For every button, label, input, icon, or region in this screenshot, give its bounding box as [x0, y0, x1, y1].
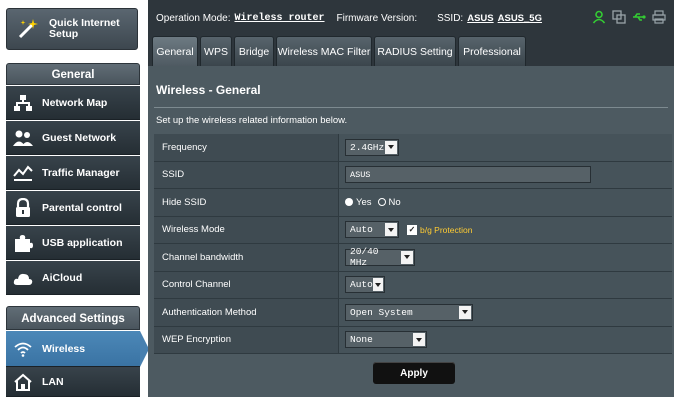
radio-unselected-icon: [377, 198, 386, 207]
operation-mode-label: Operation Mode:: [156, 12, 231, 24]
chevron-down-icon: [459, 305, 471, 319]
ssid-5ghz-link[interactable]: ASUS_5G: [498, 13, 542, 24]
channel-bandwidth-value: 20/40 MHz: [350, 246, 379, 269]
settings-form: Frequency 2.4GHz SSID ASUS Hide SSID Yes: [154, 134, 672, 354]
general-header: General: [6, 63, 140, 85]
ssid-24ghz-link[interactable]: ASUS: [467, 13, 493, 24]
tab-radius-setting[interactable]: RADIUS Setting: [374, 36, 456, 66]
tab-bar: General WPS Bridge Wireless MAC Filter R…: [148, 36, 674, 66]
sidebar-item-label: AiCloud: [42, 271, 83, 284]
form-row-control-channel: Control Channel Auto: [154, 271, 672, 299]
sidebar-item-usb-application[interactable]: USB application: [6, 226, 140, 260]
sidebar: Quick Internet Setup General Network Map…: [0, 0, 149, 397]
radio-selected-icon: [345, 198, 353, 207]
tab-wps[interactable]: WPS: [200, 36, 232, 66]
title-divider: [154, 107, 668, 108]
magic-wand-icon: [15, 16, 41, 42]
form-row-wep-encryption: WEP Encryption None: [154, 326, 672, 354]
sidebar-item-lan[interactable]: LAN: [6, 367, 140, 397]
network-map-icon: [12, 92, 34, 114]
channel-bandwidth-select[interactable]: 20/40 MHz: [345, 246, 415, 269]
auth-method-value: Open System: [350, 306, 413, 318]
sidebar-item-network-map[interactable]: Network Map: [6, 86, 140, 120]
form-row-frequency: Frequency 2.4GHz: [154, 134, 672, 162]
chevron-down-icon: [372, 278, 383, 292]
wep-encryption-value: None: [350, 334, 373, 346]
channel-bandwidth-label: Channel bandwidth: [154, 244, 339, 271]
tab-general[interactable]: General: [152, 36, 198, 66]
sidebar-item-traffic-manager[interactable]: Traffic Manager: [6, 156, 140, 190]
top-status-bar: Operation Mode: Wireless router Firmware…: [148, 0, 674, 36]
wireless-mode-value: Auto: [350, 224, 373, 236]
usb-icon[interactable]: [632, 10, 646, 24]
sidebar-item-aicloud[interactable]: AiCloud: [6, 261, 140, 295]
sidebar-item-wireless[interactable]: Wireless: [6, 331, 140, 367]
user-icon[interactable]: [592, 10, 606, 24]
hide-ssid-no-label: No: [388, 196, 401, 208]
main-panel: Wireless - General Set up the wireless r…: [148, 66, 674, 397]
form-row-wireless-mode: Wireless Mode Auto b/g Protection: [154, 216, 672, 244]
cloud-icon: [12, 267, 34, 289]
firmware-version-label: Firmware Version:: [336, 12, 418, 24]
form-row-channel-bandwidth: Channel bandwidth 20/40 MHz: [154, 244, 672, 272]
tab-professional[interactable]: Professional: [458, 36, 526, 66]
sidebar-item-label: Guest Network: [42, 131, 117, 144]
sidebar-item-label: Wireless: [42, 342, 86, 355]
bg-protection-label: b/g Protection: [420, 224, 473, 235]
puzzle-icon: [12, 232, 34, 254]
hide-ssid-no-radio[interactable]: No: [377, 196, 401, 208]
traffic-manager-icon: [12, 162, 34, 184]
chevron-down-icon: [413, 333, 425, 347]
guest-network-icon: [12, 127, 34, 149]
ssid-input[interactable]: ASUS: [345, 166, 591, 184]
tab-wireless-mac-filter[interactable]: Wireless MAC Filter: [276, 36, 372, 66]
wireless-mode-label: Wireless Mode: [154, 216, 339, 243]
sidebar-item-label: Network Map: [42, 96, 108, 109]
chevron-down-icon: [385, 140, 397, 154]
hide-ssid-label: Hide SSID: [154, 189, 339, 216]
chevron-down-icon: [401, 250, 413, 264]
frequency-select[interactable]: 2.4GHz: [345, 138, 399, 156]
ssid-field-label: SSID: [154, 161, 339, 188]
hide-ssid-yes-radio[interactable]: Yes: [345, 197, 372, 208]
ssid-label: SSID:: [437, 12, 464, 24]
wep-encryption-select[interactable]: None: [345, 331, 427, 349]
sidebar-item-label: Traffic Manager: [42, 166, 120, 179]
wep-encryption-label: WEP Encryption: [154, 326, 339, 353]
bg-protection-checkbox[interactable]: [407, 224, 417, 235]
frequency-value: 2.4GHz: [350, 141, 385, 153]
form-row-auth-method: Authentication Method Open System: [154, 299, 672, 327]
frequency-label: Frequency: [154, 134, 339, 161]
sidebar-item-label: LAN: [42, 375, 64, 388]
control-channel-label: Control Channel: [154, 271, 339, 298]
wifi-icon: [12, 338, 34, 360]
control-channel-value: Auto: [350, 279, 373, 291]
auth-method-select[interactable]: Open System: [345, 303, 473, 321]
apply-button[interactable]: Apply: [373, 362, 455, 384]
form-row-ssid: SSID ASUS: [154, 161, 672, 189]
lock-icon: [12, 197, 34, 219]
control-channel-select[interactable]: Auto: [345, 276, 385, 294]
wireless-mode-select[interactable]: Auto: [345, 221, 399, 239]
sidebar-item-guest-network[interactable]: Guest Network: [6, 121, 140, 155]
page-title: Wireless - General: [156, 83, 261, 97]
status-icons: [592, 10, 666, 24]
sidebar-item-parental-control[interactable]: Parental control: [6, 191, 140, 225]
sidebar-item-label: Parental control: [42, 201, 122, 214]
form-row-hide-ssid: Hide SSID Yes No: [154, 189, 672, 217]
hide-ssid-yes-label: Yes: [356, 196, 372, 208]
copy-icon[interactable]: [612, 10, 626, 24]
page-description: Set up the wireless related information …: [156, 115, 348, 126]
sidebar-item-label: USB application: [42, 236, 123, 249]
printer-icon[interactable]: [652, 10, 666, 24]
advanced-settings-header: Advanced Settings: [6, 306, 140, 330]
home-icon: [12, 371, 34, 393]
tab-bridge[interactable]: Bridge: [234, 36, 274, 66]
quick-internet-setup-label: Quick Internet Setup: [49, 17, 120, 40]
quick-internet-setup-button[interactable]: Quick Internet Setup: [6, 8, 138, 50]
chevron-down-icon: [385, 223, 397, 237]
operation-mode-link[interactable]: Wireless router: [235, 13, 325, 24]
auth-method-label: Authentication Method: [154, 299, 339, 326]
